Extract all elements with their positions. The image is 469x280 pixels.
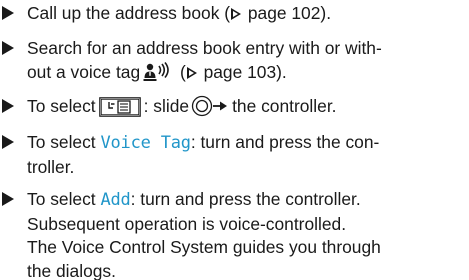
menu-item-voice-tag: Voice Tag bbox=[100, 133, 191, 153]
step-text: To select Voice Tag: turn and press the … bbox=[27, 131, 469, 179]
step-text-line: troller. bbox=[27, 156, 75, 177]
step-text-part: : slide bbox=[143, 96, 190, 116]
step-text-part: ). bbox=[320, 3, 332, 23]
step-select-voice-tag: To select Voice Tag: turn and press the … bbox=[0, 131, 469, 179]
step-call-up-address-book: Call up the address book ( page 102). bbox=[0, 2, 469, 26]
menu-item-add: Add bbox=[100, 190, 131, 210]
page-reference-icon bbox=[231, 8, 242, 20]
phone-book-menu-key-icon bbox=[98, 97, 141, 117]
step-text-part: To select bbox=[27, 96, 96, 116]
step-text: Search for an address book entry with or… bbox=[27, 37, 469, 84]
step-text-part: the controller. bbox=[232, 96, 337, 116]
step-text-line: Search for an address book entry with or… bbox=[27, 38, 382, 58]
page-reference: page 102 bbox=[247, 3, 321, 23]
step-text: To select Add: turn and press the contro… bbox=[27, 188, 469, 280]
step-text-part: Call up the address book ( bbox=[27, 3, 231, 23]
step-text-part: out a voice tag bbox=[27, 61, 141, 82]
instruction-list: Call up the address book ( page 102). Se… bbox=[0, 0, 469, 280]
step-text: To select : slide the controller. bbox=[27, 95, 469, 119]
step-text-part: ). bbox=[276, 61, 287, 82]
step-text-part: : turn and press the controller. bbox=[130, 189, 361, 209]
step-text-part: : turn and press the con- bbox=[190, 132, 380, 152]
bullet-arrow-icon bbox=[2, 41, 14, 55]
page-reference-icon bbox=[186, 66, 197, 79]
step-text: Call up the address book ( page 102). bbox=[27, 2, 469, 26]
step-select-add: To select Add: turn and press the contro… bbox=[0, 188, 469, 280]
step-text-part: To select bbox=[27, 132, 96, 152]
bullet-arrow-icon bbox=[2, 6, 14, 20]
controller-slide-right-icon bbox=[191, 95, 228, 117]
step-text-part: To select bbox=[27, 189, 96, 209]
step-text-line: The Voice Control System guides you thro… bbox=[27, 237, 381, 258]
step-search-entry: Search for an address book entry with or… bbox=[0, 37, 469, 84]
voice-tag-icon bbox=[143, 61, 169, 81]
bullet-arrow-icon bbox=[2, 135, 14, 149]
step-text-line: the dialogs. bbox=[27, 260, 116, 280]
step-select-menu-key: To select : slide the controller. bbox=[0, 95, 469, 119]
step-text-line: Subsequent operation is voice-controlled… bbox=[27, 213, 347, 234]
bullet-arrow-icon bbox=[2, 99, 14, 113]
page-reference: page 103 bbox=[203, 61, 277, 82]
bullet-arrow-icon bbox=[2, 192, 14, 206]
